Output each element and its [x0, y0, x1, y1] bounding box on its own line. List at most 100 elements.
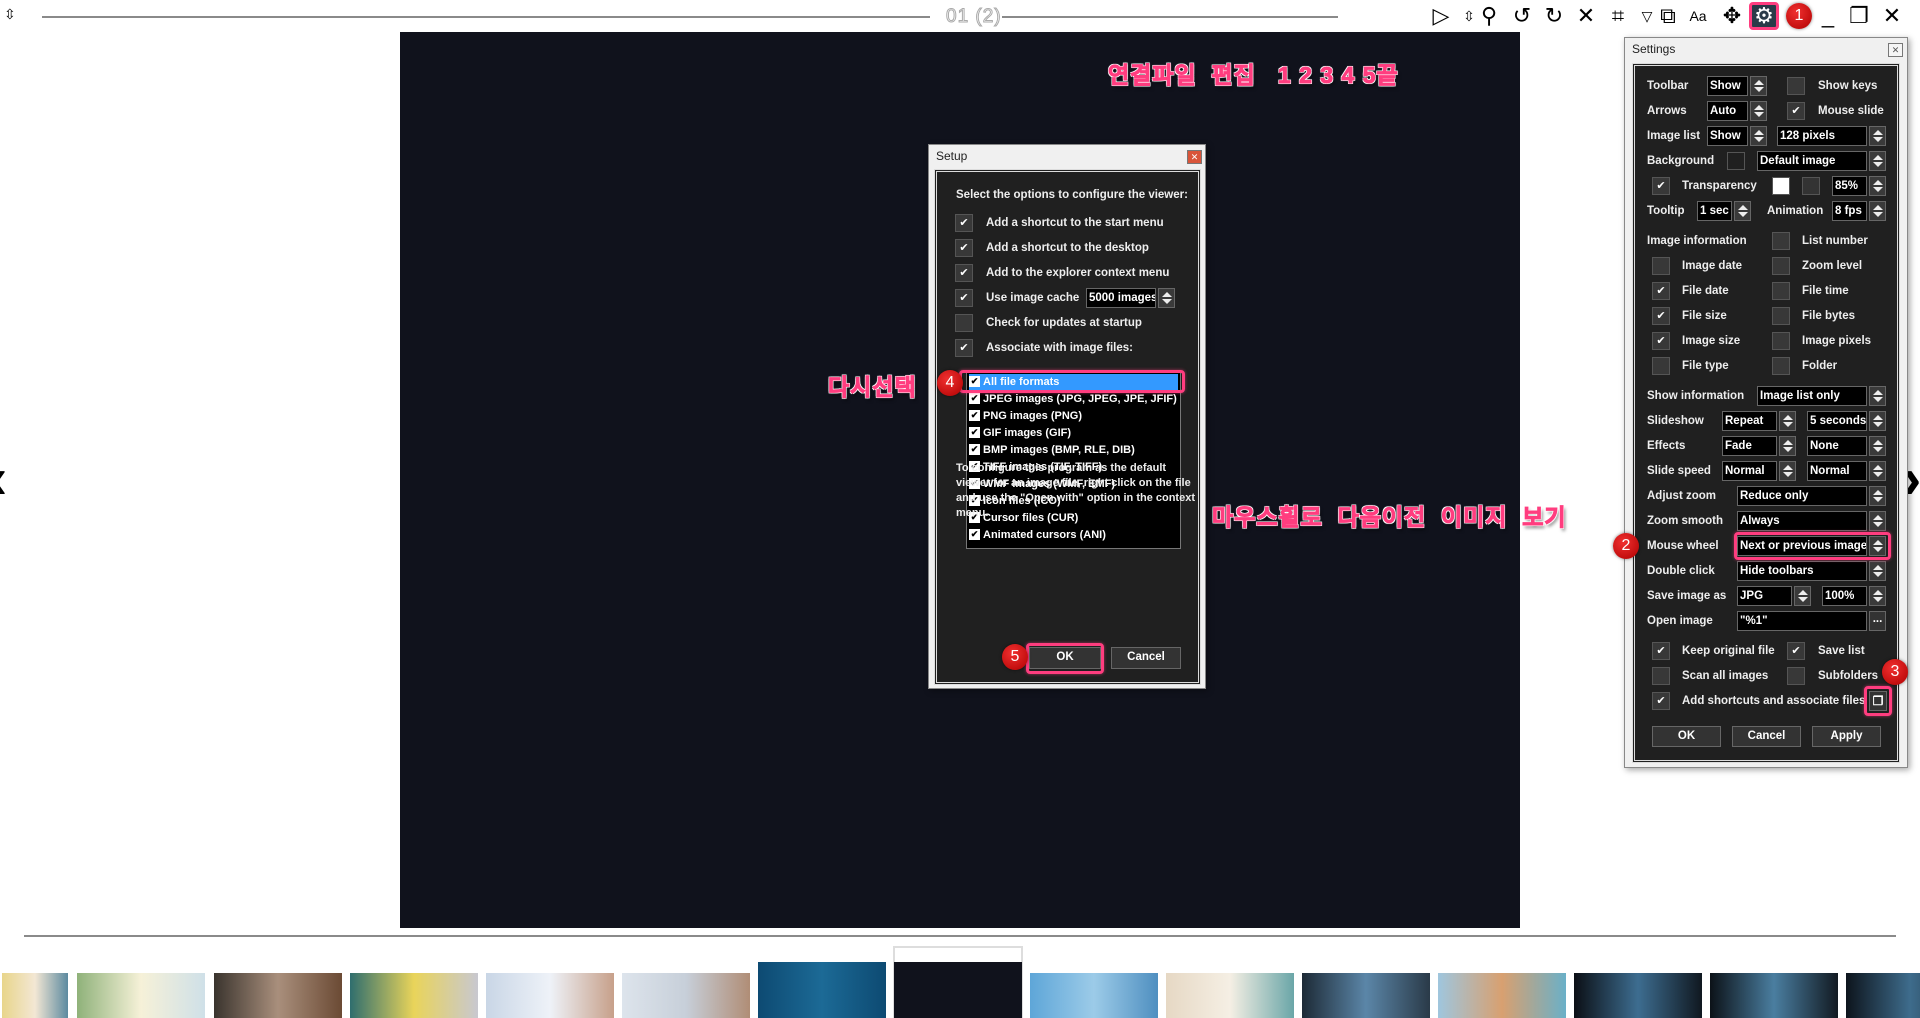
option-start-menu-checkbox[interactable]: [955, 214, 973, 232]
image-list-select[interactable]: Show: [1707, 126, 1748, 146]
slideshow-interval-select[interactable]: 5 seconds: [1807, 411, 1867, 431]
slideshow-interval-spinner[interactable]: [1869, 411, 1886, 431]
setup-close-button[interactable]: ✕: [1187, 150, 1202, 164]
text-icon[interactable]: Aa: [1685, 4, 1711, 28]
thumbnail[interactable]: [622, 973, 750, 1018]
thumbnail-selected[interactable]: [894, 962, 1022, 1018]
slide-speed-select[interactable]: Normal: [1722, 461, 1777, 481]
restore-icon[interactable]: ❐: [1846, 3, 1872, 28]
file-bytes-checkbox[interactable]: [1772, 307, 1790, 325]
settings-ok-button[interactable]: OK: [1652, 726, 1721, 747]
thumbnail[interactable]: [1710, 973, 1838, 1018]
option-desktop-checkbox[interactable]: [955, 239, 973, 257]
format-checkbox[interactable]: [969, 427, 980, 438]
format-checkbox[interactable]: [969, 529, 980, 540]
format-checkbox[interactable]: [969, 410, 980, 421]
transparency-spinner[interactable]: [1869, 176, 1886, 196]
effects-secondary-select[interactable]: None: [1807, 436, 1867, 456]
format-checkbox[interactable]: [969, 393, 980, 404]
save-format-select[interactable]: JPG: [1737, 586, 1792, 606]
rotate-left-icon[interactable]: ↺: [1509, 3, 1535, 28]
slide-speed-secondary-select[interactable]: Normal: [1807, 461, 1867, 481]
slideshow-select[interactable]: Repeat: [1722, 411, 1777, 431]
delete-icon[interactable]: ✕: [1573, 3, 1599, 28]
thumbnail[interactable]: [77, 973, 205, 1018]
file-type-checkbox[interactable]: [1652, 357, 1670, 375]
background-spinner[interactable]: [1869, 151, 1886, 171]
background-color-swatch[interactable]: [1727, 152, 1745, 170]
slide-speed-spinner[interactable]: [1779, 461, 1796, 481]
keep-original-checkbox[interactable]: [1652, 642, 1670, 660]
file-format-list[interactable]: All file formats JPEG images (JPG, JPEG,…: [966, 371, 1181, 549]
play-icon[interactable]: ▷: [1428, 3, 1454, 28]
scan-all-checkbox[interactable]: [1652, 667, 1670, 685]
adjust-zoom-spinner[interactable]: [1869, 486, 1886, 506]
file-size-checkbox[interactable]: [1652, 307, 1670, 325]
move-icon[interactable]: ✥: [1719, 3, 1745, 28]
show-information-spinner[interactable]: [1869, 386, 1886, 406]
thumbnail[interactable]: [1846, 973, 1920, 1018]
magnifier-icon[interactable]: ⚲: [1476, 3, 1502, 28]
cache-size-spinner[interactable]: [1158, 288, 1175, 308]
format-checkbox[interactable]: [969, 444, 980, 455]
open-image-input[interactable]: "%1": [1737, 611, 1867, 631]
tooltip-select[interactable]: 1 sec: [1697, 201, 1732, 221]
setup-cancel-button[interactable]: Cancel: [1111, 647, 1181, 669]
save-quality-spinner[interactable]: [1869, 586, 1886, 606]
image-list-size-select[interactable]: 128 pixels: [1777, 126, 1867, 146]
option-updates-checkbox[interactable]: [955, 314, 973, 332]
toolbar-spinner[interactable]: [1750, 76, 1767, 96]
mouse-slide-checkbox[interactable]: [1787, 102, 1805, 120]
toolbar-select[interactable]: Show: [1707, 76, 1748, 96]
subfolders-checkbox[interactable]: [1787, 667, 1805, 685]
option-associate-checkbox[interactable]: [955, 339, 973, 357]
zoom-level-checkbox[interactable]: [1772, 257, 1790, 275]
double-click-spinner[interactable]: [1869, 561, 1886, 581]
previous-arrow-icon[interactable]: ‹: [0, 450, 7, 508]
option-cache-checkbox[interactable]: [955, 289, 973, 307]
list-number-checkbox[interactable]: [1772, 232, 1790, 250]
arrows-select[interactable]: Auto: [1707, 101, 1748, 121]
thumbnail[interactable]: [758, 962, 886, 1018]
thumbnail[interactable]: [2, 973, 68, 1018]
folder-checkbox[interactable]: [1772, 357, 1790, 375]
effects-select[interactable]: Fade: [1722, 436, 1777, 456]
settings-cancel-button[interactable]: Cancel: [1732, 726, 1801, 747]
file-time-checkbox[interactable]: [1772, 282, 1790, 300]
transparency-checkbox[interactable]: [1652, 177, 1670, 195]
image-pixels-checkbox[interactable]: [1772, 332, 1790, 350]
double-click-select[interactable]: Hide toolbars: [1737, 561, 1867, 581]
image-list-size-spinner[interactable]: [1869, 126, 1886, 146]
minimize-icon[interactable]: _: [1815, 3, 1841, 28]
thumbnail[interactable]: [486, 973, 614, 1018]
save-list-checkbox[interactable]: [1787, 642, 1805, 660]
slide-speed-secondary-spinner[interactable]: [1869, 461, 1886, 481]
thumbnail[interactable]: [1438, 973, 1566, 1018]
close-icon[interactable]: ✕: [1879, 3, 1905, 28]
settings-apply-button[interactable]: Apply: [1812, 726, 1881, 747]
option-context-menu-checkbox[interactable]: [955, 264, 973, 282]
settings-close-button[interactable]: ✕: [1888, 43, 1903, 57]
save-format-spinner[interactable]: [1794, 586, 1811, 606]
animation-select[interactable]: 8 fps: [1832, 201, 1867, 221]
rotate-right-icon[interactable]: ↻: [1541, 3, 1567, 28]
add-shortcuts-checkbox[interactable]: [1652, 692, 1670, 710]
zoom-smooth-spinner[interactable]: [1869, 511, 1886, 531]
transparency-color-dark[interactable]: [1802, 177, 1820, 195]
adjust-zoom-select[interactable]: Reduce only: [1737, 486, 1867, 506]
show-information-select[interactable]: Image list only: [1757, 386, 1867, 406]
thumbnail[interactable]: [1166, 973, 1294, 1018]
transparency-color-light[interactable]: [1772, 177, 1790, 195]
open-image-browse-button[interactable]: ...: [1869, 611, 1886, 631]
thumbnail[interactable]: [1574, 973, 1702, 1018]
gear-icon[interactable]: ⚙: [1749, 2, 1779, 30]
effects-spinner[interactable]: [1779, 436, 1796, 456]
show-keys-checkbox[interactable]: [1787, 77, 1805, 95]
thumbnail[interactable]: [1302, 973, 1430, 1018]
file-date-checkbox[interactable]: [1652, 282, 1670, 300]
find-image-icon[interactable]: ⧉: [1655, 3, 1681, 28]
thumbnail[interactable]: [350, 973, 478, 1018]
slideshow-spinner[interactable]: [1779, 411, 1796, 431]
animation-spinner[interactable]: [1869, 201, 1886, 221]
effects-secondary-spinner[interactable]: [1869, 436, 1886, 456]
